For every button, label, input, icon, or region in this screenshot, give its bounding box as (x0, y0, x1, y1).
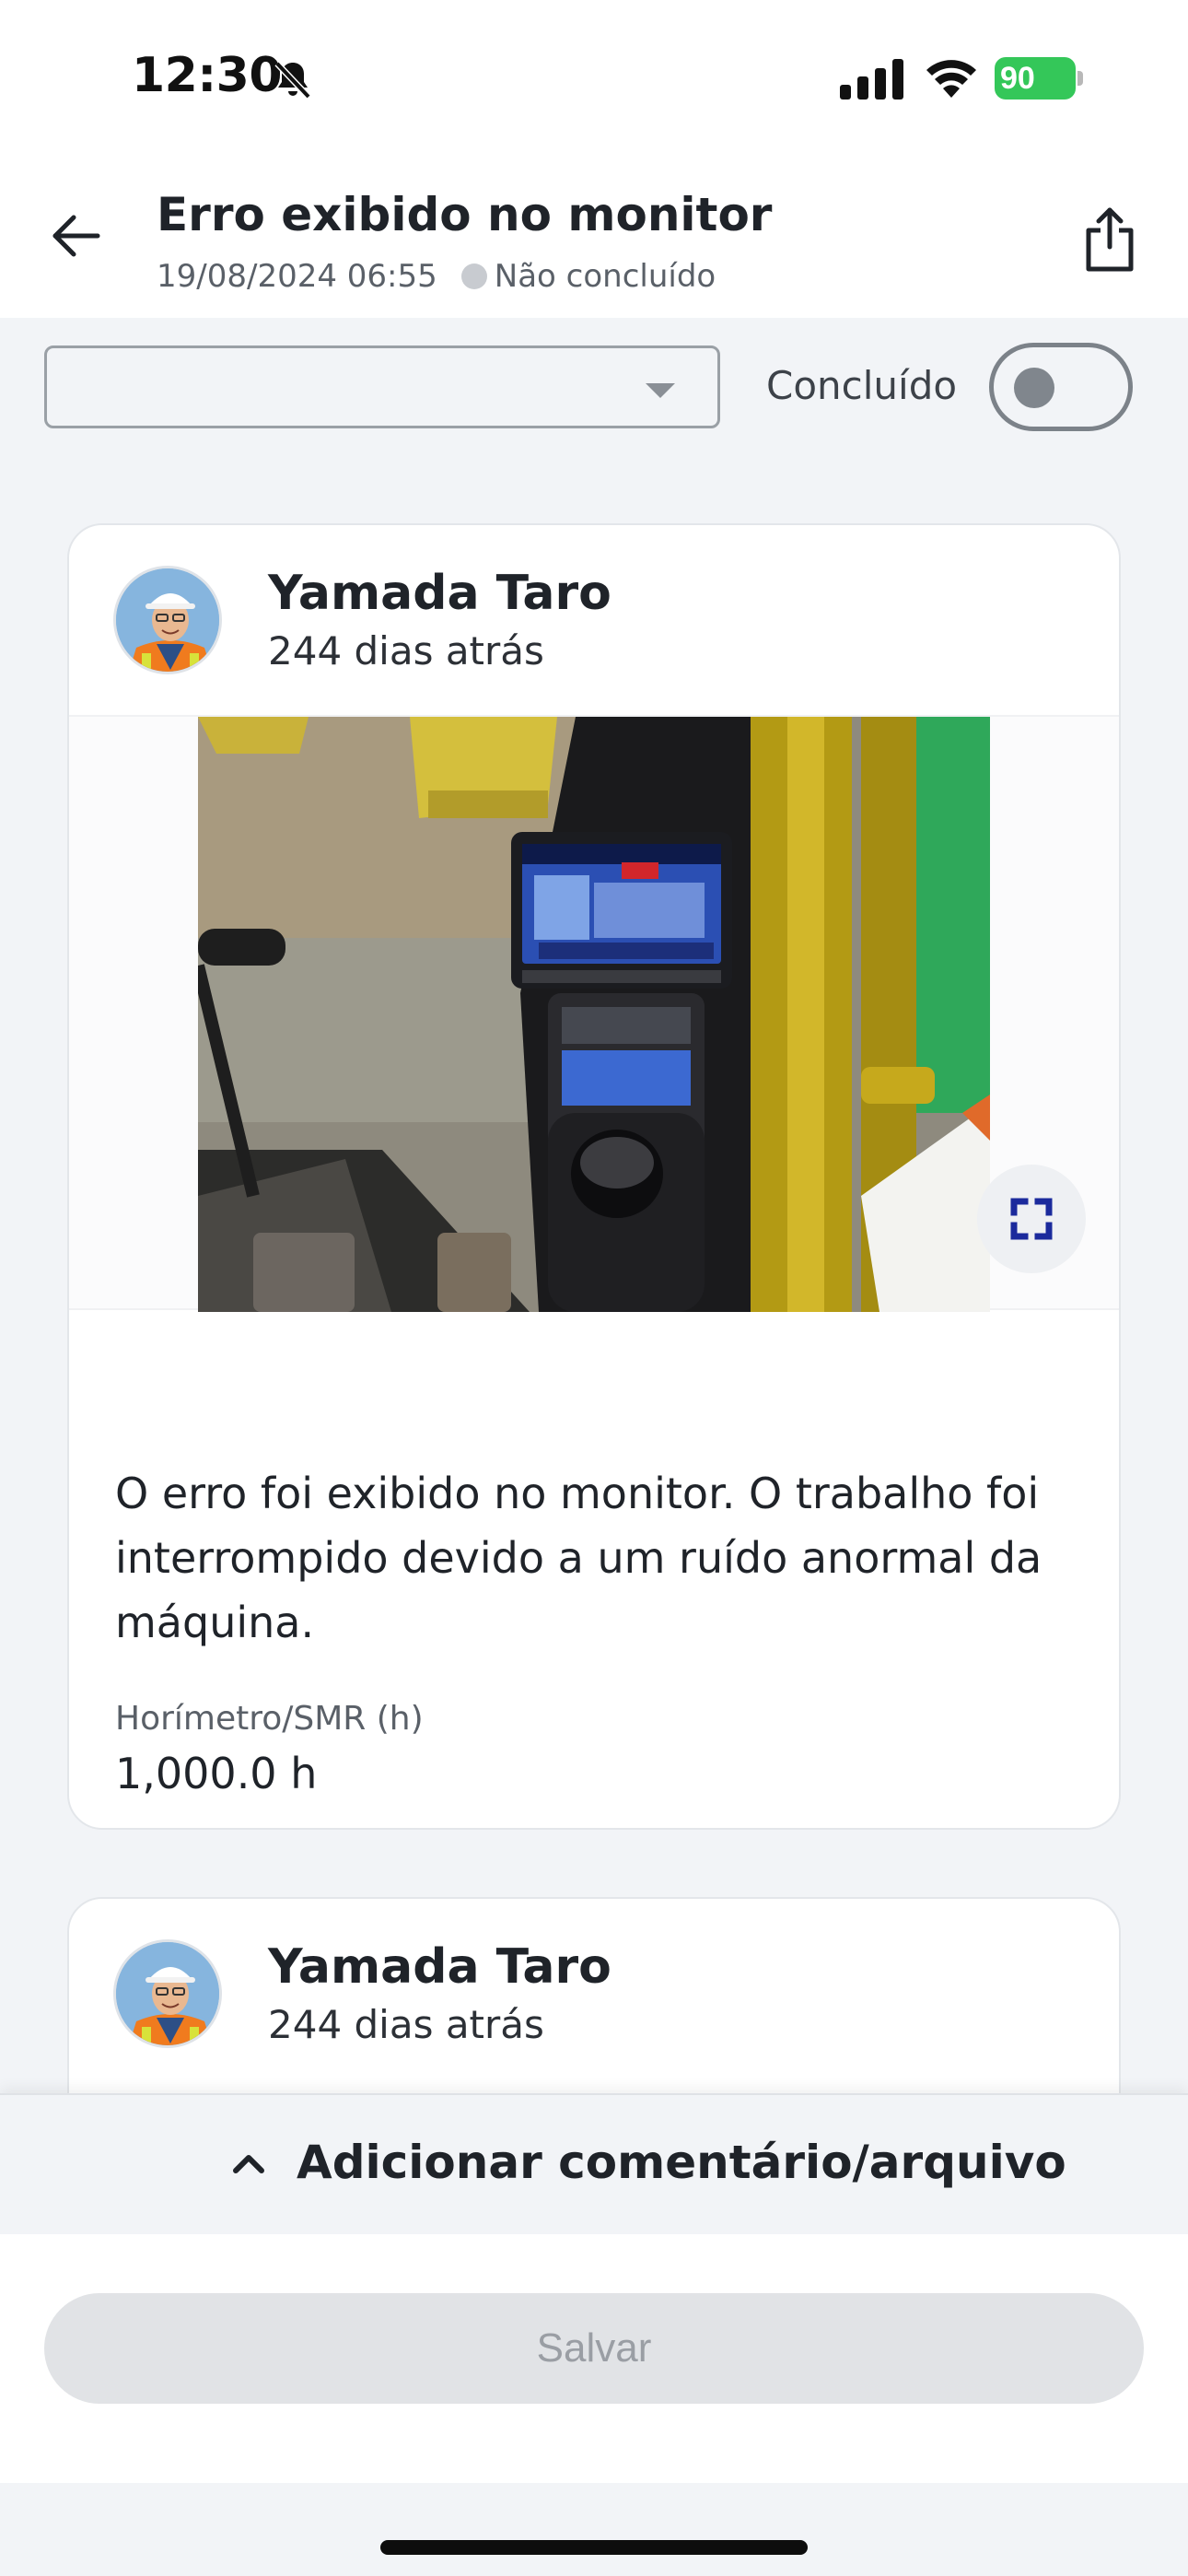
status-time: 12:30 (132, 48, 283, 103)
wifi-icon (926, 60, 976, 98)
dropdown-caret-icon (646, 383, 675, 398)
home-area (0, 2483, 1188, 2576)
page-title: Erro exibido no monitor (157, 188, 773, 241)
comment-card: Yamada Taro 244 dias atrás (67, 523, 1121, 1830)
fullscreen-icon (1010, 1198, 1053, 1240)
screen: 12:30 90 Erro exibido no monitor 19/08/2… (0, 0, 1188, 2576)
comment-time-ago: 244 dias atrás (268, 628, 544, 673)
comment-text: O erro foi exibido no monitor. O trabalh… (115, 1469, 1042, 1647)
comment-time-ago: 244 dias atrás (268, 2002, 544, 2047)
battery-icon: 90 (995, 57, 1083, 100)
bell-muted-icon (274, 61, 311, 100)
home-indicator[interactable] (380, 2540, 808, 2555)
share-icon[interactable] (1083, 206, 1136, 273)
header-datetime: 19/08/2024 06:55 (157, 258, 437, 295)
header: Erro exibido no monitor 19/08/2024 06:55… (0, 166, 1188, 318)
toggle-label: Concluído (766, 363, 958, 408)
comment-author: Yamada Taro (268, 1939, 611, 1995)
comment-author: Yamada Taro (268, 566, 611, 621)
add-comment-bar[interactable]: Adicionar comentário/arquivo (0, 2093, 1188, 2234)
completed-toggle[interactable] (989, 343, 1133, 431)
chevron-up-icon (233, 2155, 264, 2173)
toggle-knob (1014, 368, 1054, 408)
attachment-area (69, 715, 1119, 1312)
status-select[interactable] (44, 345, 720, 428)
attachment-photo[interactable] (198, 717, 990, 1312)
add-comment-label: Adicionar comentário/arquivo (297, 2136, 1066, 2189)
header-subline: 19/08/2024 06:55 Não concluído (157, 258, 716, 295)
cellular-signal-icon (840, 59, 903, 100)
back-arrow-icon[interactable] (48, 208, 103, 263)
battery-level: 90 (1000, 61, 1035, 96)
smr-value: 1,000.0 h (115, 1749, 318, 1798)
smr-label: Horímetro/SMR (h) (115, 1700, 424, 1738)
status-bar: 12:30 90 (0, 0, 1188, 166)
avatar (113, 566, 222, 674)
expand-button[interactable] (977, 1165, 1086, 1273)
save-button-label: Salvar (536, 2325, 652, 2371)
status-dot-icon (460, 263, 487, 289)
avatar (113, 1939, 222, 2048)
save-area: Salvar (0, 2234, 1188, 2483)
status-text: Não concluído (494, 258, 716, 295)
save-button[interactable]: Salvar (44, 2293, 1144, 2404)
